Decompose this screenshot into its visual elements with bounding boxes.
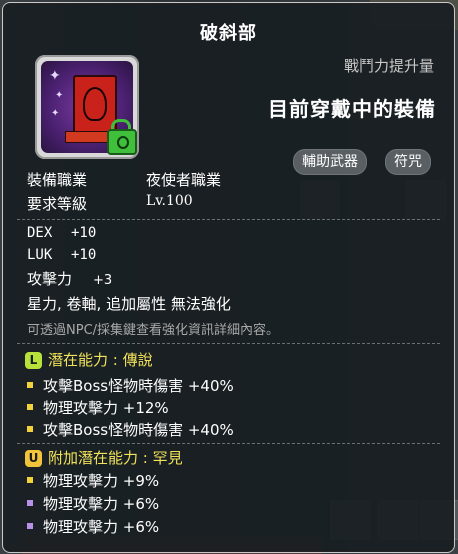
equipped-status: 目前穿戴中的裝備 (268, 97, 436, 121)
upgrade-restrictions: 星力, 卷軸, 追加屬性 無法強化 (27, 295, 231, 313)
divider (17, 443, 440, 444)
stat-luk: LUK +10 (27, 247, 97, 263)
stat-attack: 攻擊力 +3 (27, 270, 113, 288)
divider (17, 219, 440, 220)
item-name: 破斜部 (200, 23, 257, 44)
power-increase-label: 戰鬥力提升量 (343, 57, 434, 75)
req-job-label: 裝備職業 (27, 171, 88, 189)
bonus-potential-line: 物理攻擊力 +6% (27, 493, 159, 514)
tag-secondary-weapon: 輔助武器 (293, 149, 367, 175)
tag-charm: 符咒 (385, 149, 431, 175)
bonus-potential-title: 附加潛在能力 : 罕見 (48, 449, 183, 467)
item-icon-frame[interactable]: ✦ ✦ ✦ (35, 55, 139, 159)
potential-line: 物理攻擊力 +12% (27, 397, 169, 418)
enhancement-hint: 可透過NPC/採集鍵查看強化資訊詳細內容。 (27, 323, 280, 338)
req-level-value: Lv.100 (146, 193, 193, 209)
bonus-potential-line: 物理攻擊力 +6% (27, 516, 159, 537)
unique-badge-icon: U (25, 450, 42, 467)
bonus-potential-header: U 附加潛在能力 : 罕見 (25, 447, 183, 468)
charm-emblem-icon: ✦ ✦ ✦ (41, 61, 137, 155)
stat-dex: DEX +10 (27, 225, 97, 241)
item-tooltip: 破斜部 ✦ ✦ ✦ 戰鬥力提升量 目前穿戴中的裝備 輔助武器 符咒 裝備職業 夜… (2, 2, 455, 553)
req-level-label: 要求等級 (27, 195, 88, 213)
potential-line: 攻擊Boss怪物時傷害 +40% (27, 419, 234, 440)
divider (17, 343, 440, 344)
req-job-value: 夜使者職業 (146, 171, 222, 189)
potential-title: 潛在能力 : 傳說 (48, 351, 153, 369)
potential-line: 攻擊Boss怪物時傷害 +40% (27, 375, 234, 396)
bonus-potential-line: 物理攻擊力 +9% (27, 470, 159, 491)
legendary-badge-icon: L (25, 352, 42, 369)
potential-header: L 潛在能力 : 傳說 (25, 349, 153, 370)
